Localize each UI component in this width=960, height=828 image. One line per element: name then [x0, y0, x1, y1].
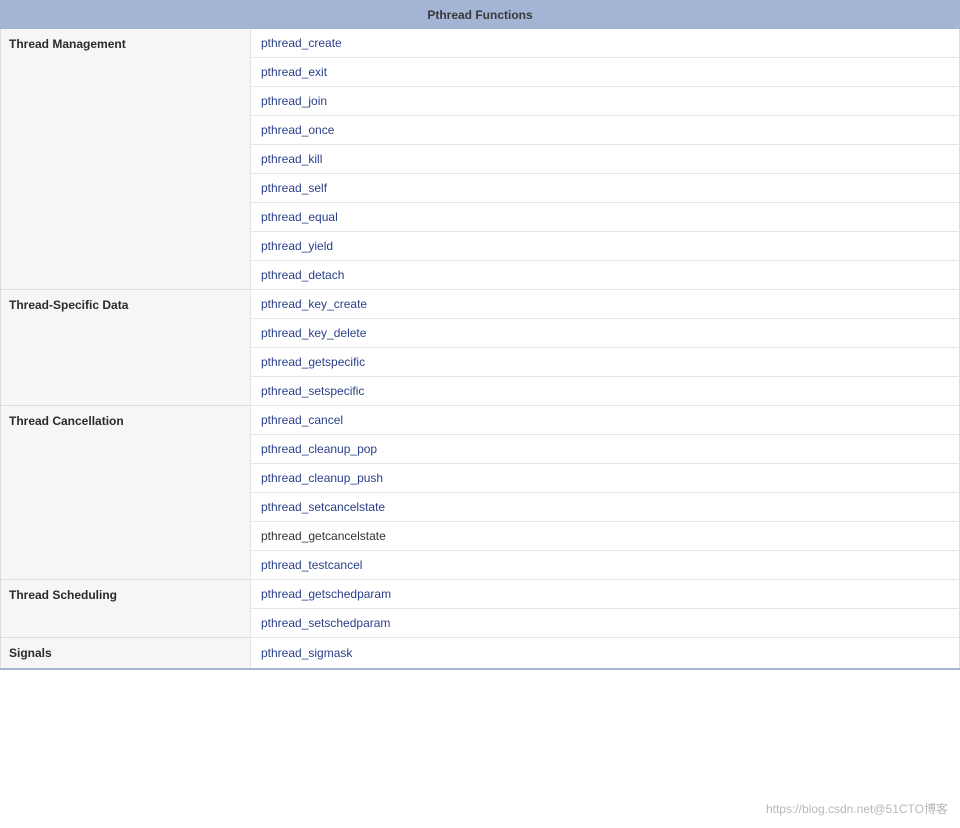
function-cell: pthread_cancel: [251, 406, 960, 435]
table-title: Pthread Functions: [1, 1, 960, 29]
category-cell: Thread Management: [1, 29, 251, 290]
table-row: Thread Schedulingpthread_getschedparam: [1, 580, 960, 609]
function-link[interactable]: pthread_kill: [261, 152, 322, 166]
function-cell: pthread_once: [251, 116, 960, 145]
function-cell: pthread_sigmask: [251, 638, 960, 670]
function-cell: pthread_getspecific: [251, 348, 960, 377]
function-cell: pthread_setschedparam: [251, 609, 960, 638]
function-link[interactable]: pthread_getschedparam: [261, 587, 391, 601]
function-link[interactable]: pthread_sigmask: [261, 646, 352, 660]
function-link[interactable]: pthread_once: [261, 123, 334, 137]
category-cell: Thread Cancellation: [1, 406, 251, 580]
function-link[interactable]: pthread_key_create: [261, 297, 367, 311]
category-cell: Signals: [1, 638, 251, 670]
function-cell: pthread_yield: [251, 232, 960, 261]
table-row: Signals pthread_sigmask: [1, 638, 960, 670]
category-cell: Thread-Specific Data: [1, 290, 251, 406]
function-cell: pthread_create: [251, 29, 960, 58]
function-cell: pthread_testcancel: [251, 551, 960, 580]
category-cell: Thread Scheduling: [1, 580, 251, 638]
function-cell: pthread_setspecific: [251, 377, 960, 406]
table-row: Thread Cancellationpthread_cancel: [1, 406, 960, 435]
function-link[interactable]: pthread_setspecific: [261, 384, 364, 398]
function-link[interactable]: pthread_equal: [261, 210, 338, 224]
function-link[interactable]: pthread_join: [261, 94, 327, 108]
function-link[interactable]: pthread_yield: [261, 239, 333, 253]
function-cell: pthread_getschedparam: [251, 580, 960, 609]
function-link[interactable]: pthread_getspecific: [261, 355, 365, 369]
function-link[interactable]: pthread_detach: [261, 268, 344, 282]
function-link[interactable]: pthread_cancel: [261, 413, 343, 427]
function-cell: pthread_setcancelstate: [251, 493, 960, 522]
table-header-row: Pthread Functions: [1, 1, 960, 29]
function-cell: pthread_cleanup_push: [251, 464, 960, 493]
function-label: pthread_getcancelstate: [261, 529, 386, 543]
function-link[interactable]: pthread_create: [261, 36, 342, 50]
function-cell: pthread_equal: [251, 203, 960, 232]
pthread-functions-table: Pthread Functions Thread Managementpthre…: [0, 0, 960, 670]
function-link[interactable]: pthread_testcancel: [261, 558, 362, 572]
function-link[interactable]: pthread_cleanup_pop: [261, 442, 377, 456]
function-cell: pthread_kill: [251, 145, 960, 174]
function-link[interactable]: pthread_self: [261, 181, 327, 195]
function-link[interactable]: pthread_key_delete: [261, 326, 366, 340]
function-cell: pthread_key_create: [251, 290, 960, 319]
table-row: Thread-Specific Datapthread_key_create: [1, 290, 960, 319]
function-cell: pthread_getcancelstate: [251, 522, 960, 551]
function-cell: pthread_cleanup_pop: [251, 435, 960, 464]
function-cell: pthread_join: [251, 87, 960, 116]
table-row: Thread Managementpthread_create: [1, 29, 960, 58]
function-cell: pthread_exit: [251, 58, 960, 87]
function-cell: pthread_key_delete: [251, 319, 960, 348]
function-link[interactable]: pthread_setschedparam: [261, 616, 390, 630]
function-link[interactable]: pthread_cleanup_push: [261, 471, 383, 485]
function-cell: pthread_detach: [251, 261, 960, 290]
function-cell: pthread_self: [251, 174, 960, 203]
watermark-text: https://blog.csdn.net@51CTO博客: [766, 800, 948, 817]
function-link[interactable]: pthread_setcancelstate: [261, 500, 385, 514]
function-link[interactable]: pthread_exit: [261, 65, 327, 79]
